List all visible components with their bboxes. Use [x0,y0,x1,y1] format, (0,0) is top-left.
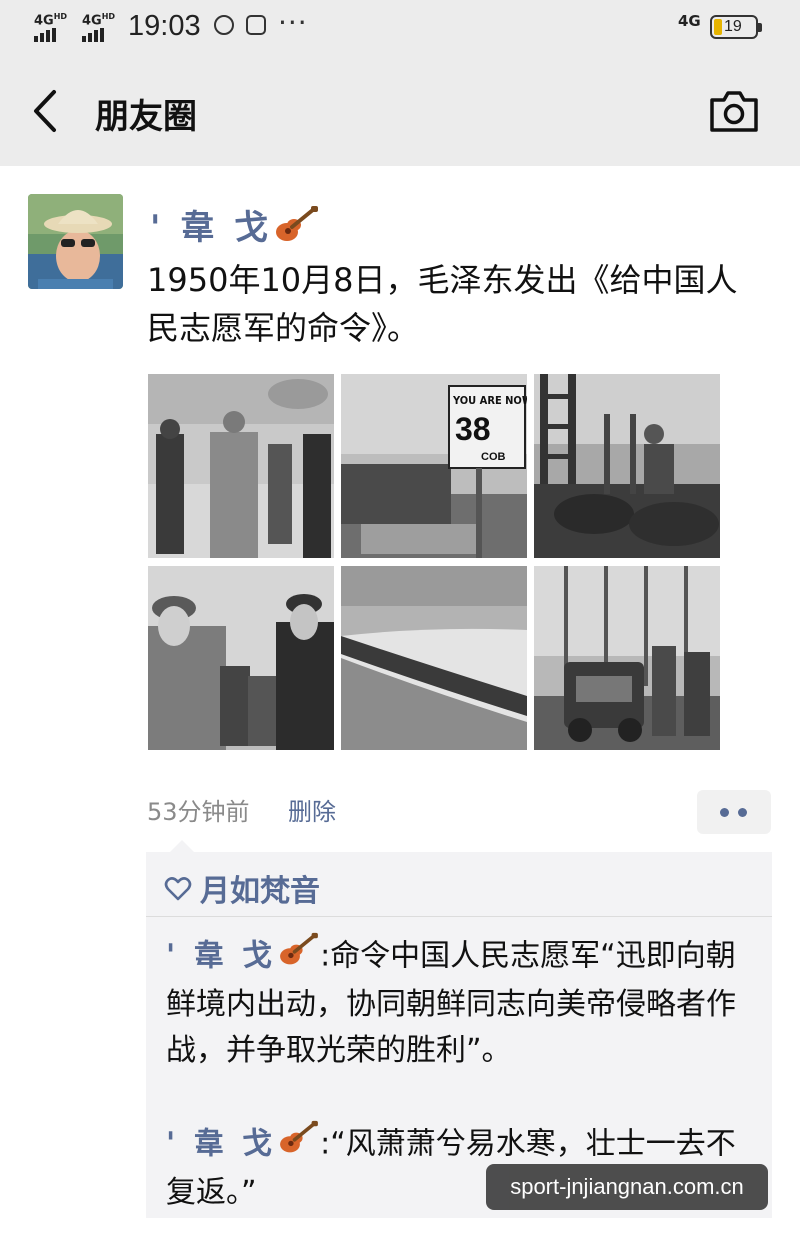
photo-2-image: YOU ARE NOW 38 COB [341,374,527,558]
comment-author[interactable]: ' 韋 戈 [166,939,276,974]
comment-item[interactable]: ' 韋 戈 :命令中国人民志愿军“迅即向朝鲜境内出动，协同朝鲜同志向美帝侵略者作… [166,932,756,1074]
author-avatar[interactable] [28,194,123,289]
post-text: 1950年10月8日，毛泽东发出《给中国人民志愿军的命令》。 [147,261,738,347]
more-notifications-icon: ··· [278,6,308,39]
photo-5-image [341,566,527,750]
likes-divider [146,916,772,917]
back-button[interactable] [26,86,66,136]
photo-grid: YOU ARE NOW 38 COB [148,374,720,750]
top-bar: 4GHD 4GHD 19:03 ··· 4G 19 朋友圈 [0,0,800,166]
watermark: sport-jnjiangnan.com.cn [486,1164,768,1210]
photo-1-image [148,374,334,558]
browser-icon [214,15,234,35]
camera-button[interactable] [706,86,762,138]
camera-icon [710,91,758,132]
guitar-emoji-icon [278,1120,320,1170]
photo-4[interactable] [148,566,334,750]
delete-post-link[interactable]: 删除 [288,792,336,827]
photo-3-image [534,374,720,558]
battery-fill [714,19,722,35]
avatar-image [28,194,123,289]
comment-separator: : [320,938,331,974]
photo-3[interactable] [534,374,720,558]
chevron-left-icon [34,90,56,132]
post-author[interactable]: ' 韋 戈 [150,200,320,254]
signal-bars-icon [34,28,56,46]
photo-1[interactable] [148,374,334,558]
guitar-emoji-icon [278,932,320,982]
signal-2-label: 4G [82,13,102,29]
signal-1-label: 4G [34,13,54,29]
guitar-emoji-icon [274,205,320,254]
signal-2-sup: HD [101,12,116,21]
post-timestamp: 53分钟前 [147,798,250,826]
post-author-name: ' 韋 戈 [150,208,273,248]
photo-6[interactable] [534,566,720,750]
gallery-icon [246,15,266,35]
heart-outline-icon [164,875,192,910]
dot-icon [738,808,747,817]
status-time: 19:03 [128,10,201,42]
photo-sign-text-2: 38 [455,411,491,447]
photo-sign-text-1: YOU ARE NOW [452,394,527,407]
signal-1-sup: HD [53,12,68,21]
signal-bars-icon [82,28,104,46]
photo-4-image [148,566,334,750]
likes-row: 月如梵音 [164,866,320,909]
battery-level: 19 [724,18,742,35]
dot-icon [720,808,729,817]
battery-icon: 19 [710,15,762,39]
more-actions-button[interactable] [697,790,771,834]
photo-sign-text-3: COB [481,451,506,463]
network-indicator: 4G [678,12,701,30]
status-bar: 4GHD 4GHD 19:03 ··· 4G 19 [0,0,800,56]
photo-2[interactable]: YOU ARE NOW 38 COB [341,374,527,558]
like-user-name[interactable]: 月如梵音 [200,874,320,909]
page-title: 朋友圈 [95,97,197,137]
signal-indicator-1: 4GHD [34,12,68,42]
comment-author[interactable]: ' 韋 戈 [166,1127,276,1162]
comment-separator: : [320,1126,331,1162]
photo-6-image [534,566,720,750]
navigation-bar: 朋友圈 [0,56,800,166]
signal-indicator-2: 4GHD [82,12,116,42]
battery-cap [758,23,762,32]
photo-5[interactable] [341,566,527,750]
